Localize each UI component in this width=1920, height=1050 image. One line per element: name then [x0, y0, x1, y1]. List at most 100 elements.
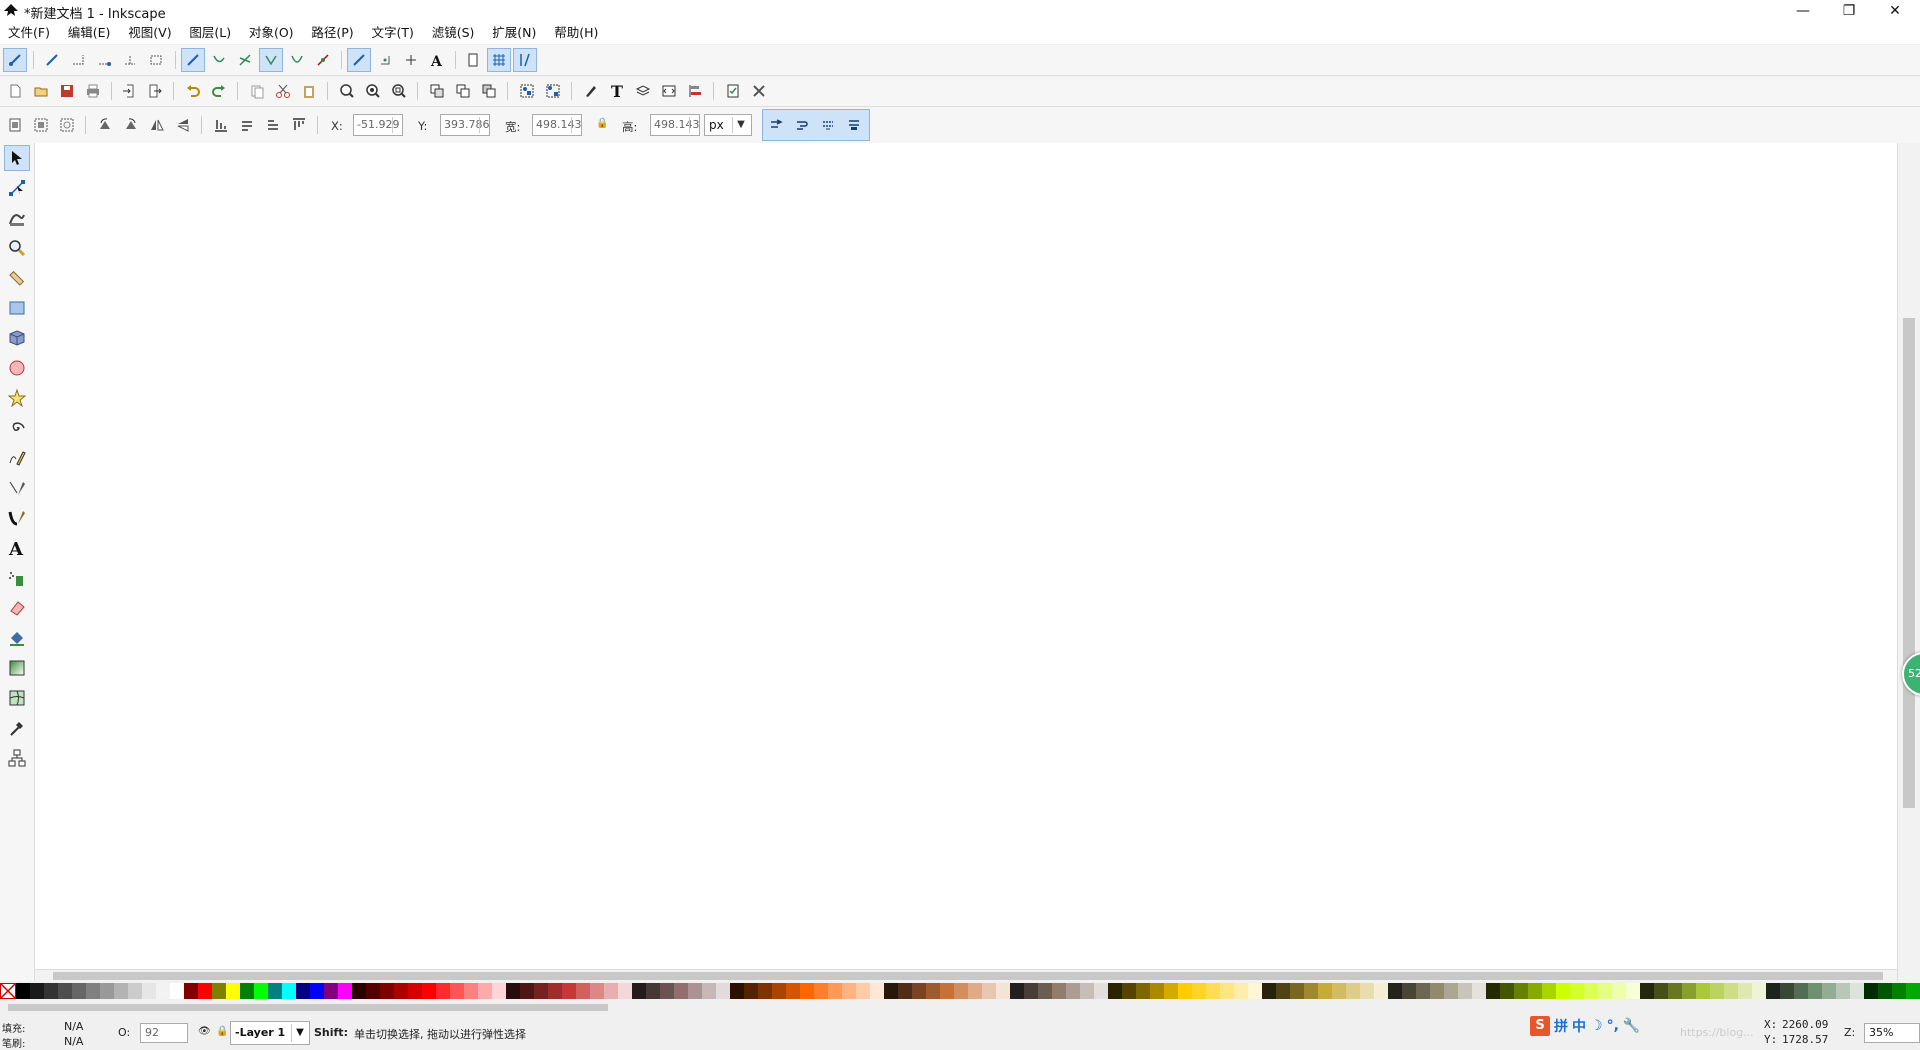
palette-scrollbar-thumb[interactable] — [8, 1004, 608, 1011]
print-icon[interactable] — [81, 79, 105, 103]
paste-icon[interactable] — [297, 79, 321, 103]
snap-intersections-icon[interactable] — [233, 48, 257, 72]
color-swatch[interactable] — [1080, 983, 1094, 999]
color-swatch[interactable] — [702, 983, 716, 999]
color-swatch[interactable] — [1248, 983, 1262, 999]
menu-file[interactable]: 文件(F) — [2, 22, 56, 44]
color-swatch[interactable] — [828, 983, 842, 999]
color-swatch[interactable] — [1780, 983, 1794, 999]
opacity-input[interactable]: 92 — [140, 1023, 188, 1043]
duplicate-icon[interactable] — [425, 79, 449, 103]
color-swatch[interactable] — [1864, 983, 1878, 999]
color-swatch[interactable] — [548, 983, 562, 999]
color-swatch[interactable] — [1038, 983, 1052, 999]
snap-bbox-midpoint-icon[interactable] — [118, 48, 142, 72]
color-swatch[interactable] — [1066, 983, 1080, 999]
color-swatch[interactable] — [842, 983, 856, 999]
color-swatch[interactable] — [1626, 983, 1640, 999]
color-swatch[interactable] — [954, 983, 968, 999]
vertical-scrollbar-thumb[interactable] — [1903, 318, 1915, 808]
color-swatch[interactable] — [870, 983, 884, 999]
menu-path[interactable]: 路径(P) — [305, 22, 359, 44]
align-distribute-icon[interactable] — [683, 79, 707, 103]
ungroup-icon[interactable] — [541, 79, 565, 103]
palette-scrollbar[interactable] — [0, 1001, 1920, 1013]
color-swatch[interactable] — [1528, 983, 1542, 999]
eye-icon[interactable]: 👁 — [198, 1026, 211, 1037]
scale-corners-icon[interactable] — [790, 113, 814, 137]
color-swatch[interactable] — [996, 983, 1010, 999]
xml-editor-icon[interactable] — [657, 79, 681, 103]
menu-edit[interactable]: 编辑(E) — [62, 22, 117, 44]
rotate-ccw-icon[interactable] — [93, 113, 117, 137]
minimize-button[interactable]: — — [1780, 0, 1826, 22]
ime-chinese-icon[interactable]: 中 — [1572, 1016, 1586, 1036]
color-swatch[interactable] — [408, 983, 422, 999]
cut-icon[interactable] — [271, 79, 295, 103]
color-swatch[interactable] — [1010, 983, 1024, 999]
zoom-selection-icon[interactable] — [335, 79, 359, 103]
snap-bbox-icon[interactable] — [40, 48, 64, 72]
color-swatch[interactable] — [1206, 983, 1220, 999]
color-swatch[interactable] — [436, 983, 450, 999]
height-input[interactable]: 498.143 — [650, 114, 700, 136]
color-swatch[interactable] — [324, 983, 338, 999]
color-swatch[interactable] — [1542, 983, 1556, 999]
star-tool-icon[interactable] — [4, 385, 30, 411]
lower-icon[interactable] — [235, 113, 259, 137]
color-swatch[interactable] — [1850, 983, 1864, 999]
zoom-input[interactable]: 35% — [1864, 1023, 1920, 1043]
color-swatch[interactable] — [338, 983, 352, 999]
y-input[interactable]: 393.786 — [440, 114, 490, 136]
snap-smooth-nodes-icon[interactable] — [285, 48, 309, 72]
eraser-tool-icon[interactable] — [4, 595, 30, 621]
color-swatch[interactable] — [646, 983, 660, 999]
color-swatch[interactable] — [912, 983, 926, 999]
color-swatch[interactable] — [1234, 983, 1248, 999]
snap-others-icon[interactable] — [347, 48, 371, 72]
color-swatch[interactable] — [1052, 983, 1066, 999]
new-document-icon[interactable] — [3, 79, 27, 103]
color-swatch[interactable] — [1738, 983, 1752, 999]
gradient-tool-icon[interactable] — [4, 655, 30, 681]
color-swatch[interactable] — [1430, 983, 1444, 999]
dropper-tool-icon[interactable] — [4, 715, 30, 741]
color-swatch[interactable] — [786, 983, 800, 999]
measure-tool-icon[interactable] — [4, 265, 30, 291]
color-swatch[interactable] — [212, 983, 226, 999]
color-swatch[interactable] — [156, 983, 170, 999]
color-swatch[interactable] — [422, 983, 436, 999]
layer-select[interactable]: -Layer 1 ▼ — [230, 1021, 310, 1045]
fill-value[interactable]: N/A — [64, 1020, 83, 1033]
snap-nodes-icon[interactable] — [181, 48, 205, 72]
color-swatch[interactable] — [1878, 983, 1892, 999]
color-swatch[interactable] — [1388, 983, 1402, 999]
redo-icon[interactable] — [207, 79, 231, 103]
select-all-icon[interactable] — [3, 113, 27, 137]
pencil-tool-icon[interactable] — [4, 445, 30, 471]
lock-icon[interactable]: 🔒 — [596, 118, 608, 129]
deselect-icon[interactable] — [55, 113, 79, 137]
color-swatch[interactable] — [926, 983, 940, 999]
color-swatch[interactable] — [1514, 983, 1528, 999]
scale-stroke-icon[interactable] — [764, 113, 788, 137]
snap-paths-icon[interactable] — [207, 48, 231, 72]
color-swatch[interactable] — [1458, 983, 1472, 999]
undo-icon[interactable] — [181, 79, 205, 103]
color-swatch[interactable] — [800, 983, 814, 999]
ime-pinyin-icon[interactable]: 拼 — [1554, 1016, 1568, 1036]
color-swatch[interactable] — [1024, 983, 1038, 999]
color-swatch[interactable] — [1304, 983, 1318, 999]
ellipse-tool-icon[interactable] — [4, 355, 30, 381]
snap-bbox-edge-icon[interactable] — [66, 48, 90, 72]
transform-patterns-icon[interactable] — [842, 113, 866, 137]
clone-icon[interactable] — [451, 79, 475, 103]
color-swatch[interactable] — [1906, 983, 1920, 999]
color-swatch[interactable] — [1640, 983, 1654, 999]
color-swatch[interactable] — [1682, 983, 1696, 999]
color-swatch[interactable] — [282, 983, 296, 999]
color-swatch[interactable] — [1472, 983, 1486, 999]
color-swatch[interactable] — [1710, 983, 1724, 999]
snap-bbox-corner-icon[interactable] — [92, 48, 116, 72]
copy-icon[interactable] — [245, 79, 269, 103]
